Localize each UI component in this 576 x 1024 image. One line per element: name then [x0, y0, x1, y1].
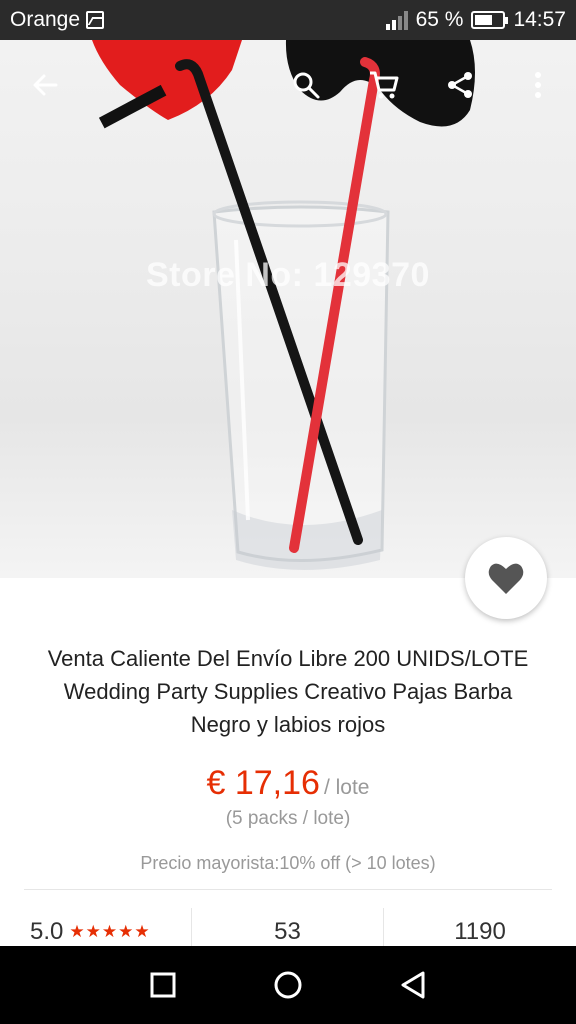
signal-icon: [385, 10, 408, 30]
search-icon: [293, 72, 320, 99]
product-title-line: Negro y labios rojos: [190, 712, 386, 737]
packs-per-lot: (5 packs / lote): [225, 808, 351, 829]
wholesale-price: Precio mayorista:10% off (> 10 lotes): [140, 853, 436, 873]
stat-3-value: 1190: [454, 918, 506, 945]
search-button[interactable]: [283, 62, 329, 108]
cart-button[interactable]: [361, 62, 407, 108]
rating-value: 5.0: [30, 918, 64, 945]
image-notification-icon: [86, 11, 105, 29]
top-toolbar: [0, 40, 576, 130]
product-title-line: Venta Caliente Del Envío Libre 200 UNIDS…: [47, 646, 529, 671]
share-button[interactable]: [437, 62, 483, 108]
heart-icon: [488, 563, 524, 594]
battery-icon: [471, 11, 509, 29]
store-watermark: Store No: 129370: [146, 256, 430, 294]
product-title-line: Wedding Party Supplies Creativo Pajas Ba…: [63, 679, 513, 704]
favorite-button[interactable]: [465, 537, 547, 619]
stat-3[interactable]: 1190: [384, 908, 576, 948]
rating-stars: ★★★★★: [69, 922, 151, 941]
product-title: Venta Caliente Del Envío Libre 200 UNIDS…: [24, 642, 552, 741]
battery-fill: [475, 15, 493, 25]
more-button[interactable]: [515, 62, 561, 108]
carrier-name: Orange: [10, 8, 81, 31]
price-row: € 17,16/ lote: [0, 764, 576, 803]
cart-icon: [370, 71, 399, 99]
status-right: 65 % 14:57: [385, 8, 566, 32]
back-button[interactable]: [22, 62, 68, 108]
square-icon[interactable]: [149, 971, 177, 999]
stat-2[interactable]: 53: [192, 908, 384, 948]
price-unit: / lote: [323, 776, 370, 799]
more-vert-icon: [535, 72, 541, 98]
battery-percent: 65 %: [415, 8, 464, 31]
product-price: € 17,16: [206, 764, 320, 802]
triangle-back-icon[interactable]: [399, 970, 427, 1000]
share-icon: [448, 72, 472, 98]
carrier-group: Orange: [10, 8, 105, 32]
circle-icon[interactable]: [273, 970, 303, 1000]
arrow-left-icon: [33, 74, 58, 96]
clock: 14:57: [513, 8, 566, 31]
stat-2-value: 53: [274, 918, 301, 945]
rating-stat[interactable]: 5.0 ★★★★★: [0, 908, 192, 948]
stats-row: 5.0 ★★★★★ 53 1190: [0, 908, 576, 948]
divider: [24, 889, 552, 890]
system-nav-bar: [0, 946, 576, 1024]
status-bar: Orange 65 % 14:57: [0, 0, 576, 40]
